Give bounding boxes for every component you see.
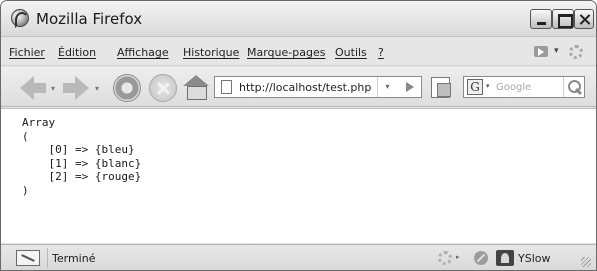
reload-button[interactable] bbox=[113, 74, 141, 102]
page-icon bbox=[221, 80, 232, 94]
maximize-button[interactable] bbox=[552, 9, 574, 29]
media-play-icon[interactable] bbox=[534, 46, 548, 57]
stop-button[interactable] bbox=[149, 74, 177, 102]
search-bar[interactable]: G ▾ Google bbox=[463, 76, 585, 98]
firefox-icon bbox=[11, 9, 29, 28]
window-title: Mozilla Firefox bbox=[36, 10, 143, 28]
navigation-toolbar: ▾ ▾ http://localhost/test.php ▾ G ▾ Goog… bbox=[1, 67, 596, 107]
status-text: Terminé bbox=[52, 252, 96, 265]
search-icon[interactable] bbox=[563, 77, 585, 97]
status-indicator-icon bbox=[16, 250, 40, 266]
blocked-icon[interactable] bbox=[474, 251, 488, 265]
resize-grip-icon[interactable] bbox=[581, 257, 591, 267]
throbber-icon bbox=[569, 45, 583, 59]
menu-help[interactable]: ? bbox=[378, 46, 384, 59]
google-engine-icon[interactable]: G bbox=[467, 79, 483, 95]
chevron-down-icon[interactable]: ▾ bbox=[554, 46, 559, 56]
status-bar: Terminé ▸ YSlow bbox=[1, 244, 596, 270]
addon-flower-icon[interactable] bbox=[438, 251, 452, 265]
search-engine-dropdown-icon[interactable]: ▾ bbox=[486, 82, 490, 90]
bookmark-page-icon[interactable] bbox=[429, 75, 453, 99]
page-content: Array ( [0] => {bleu} [1] => {blanc} [2]… bbox=[1, 108, 596, 243]
home-button[interactable] bbox=[183, 75, 209, 100]
url-dropdown-icon[interactable]: ▾ bbox=[377, 77, 397, 97]
go-button[interactable] bbox=[399, 77, 421, 97]
print-r-output: Array ( [0] => {bleu} [1] => {blanc} [2]… bbox=[22, 116, 142, 197]
menu-outils[interactable]: Outils bbox=[335, 46, 367, 59]
url-input[interactable]: http://localhost/test.php bbox=[239, 81, 371, 94]
search-input[interactable]: Google bbox=[496, 82, 531, 93]
minimize-button[interactable] bbox=[530, 9, 552, 29]
menu-affichage[interactable]: Affichage bbox=[117, 46, 169, 59]
menu-historique[interactable]: Historique bbox=[183, 46, 239, 59]
back-button[interactable] bbox=[20, 76, 46, 100]
url-bar[interactable]: http://localhost/test.php ▾ bbox=[214, 76, 422, 98]
yslow-label[interactable]: YSlow bbox=[518, 252, 550, 265]
menu-marque-pages[interactable]: Marque-pages bbox=[247, 46, 325, 59]
addon-dropdown-icon[interactable]: ▸ bbox=[456, 253, 460, 261]
forward-history-dropdown-icon[interactable]: ▾ bbox=[95, 84, 99, 93]
browser-window: Mozilla Firefox Fichier Édition Affichag… bbox=[0, 0, 597, 271]
title-bar[interactable]: Mozilla Firefox bbox=[1, 1, 596, 37]
forward-button[interactable] bbox=[63, 76, 89, 100]
yslow-icon[interactable] bbox=[496, 250, 514, 266]
menu-bar: Fichier Édition Affichage Historique Mar… bbox=[1, 38, 596, 66]
menu-fichier[interactable]: Fichier bbox=[9, 46, 45, 59]
menu-edition[interactable]: Édition bbox=[58, 46, 96, 59]
status-divider bbox=[47, 248, 48, 268]
back-history-dropdown-icon[interactable]: ▾ bbox=[51, 84, 55, 93]
close-button[interactable] bbox=[574, 9, 594, 29]
